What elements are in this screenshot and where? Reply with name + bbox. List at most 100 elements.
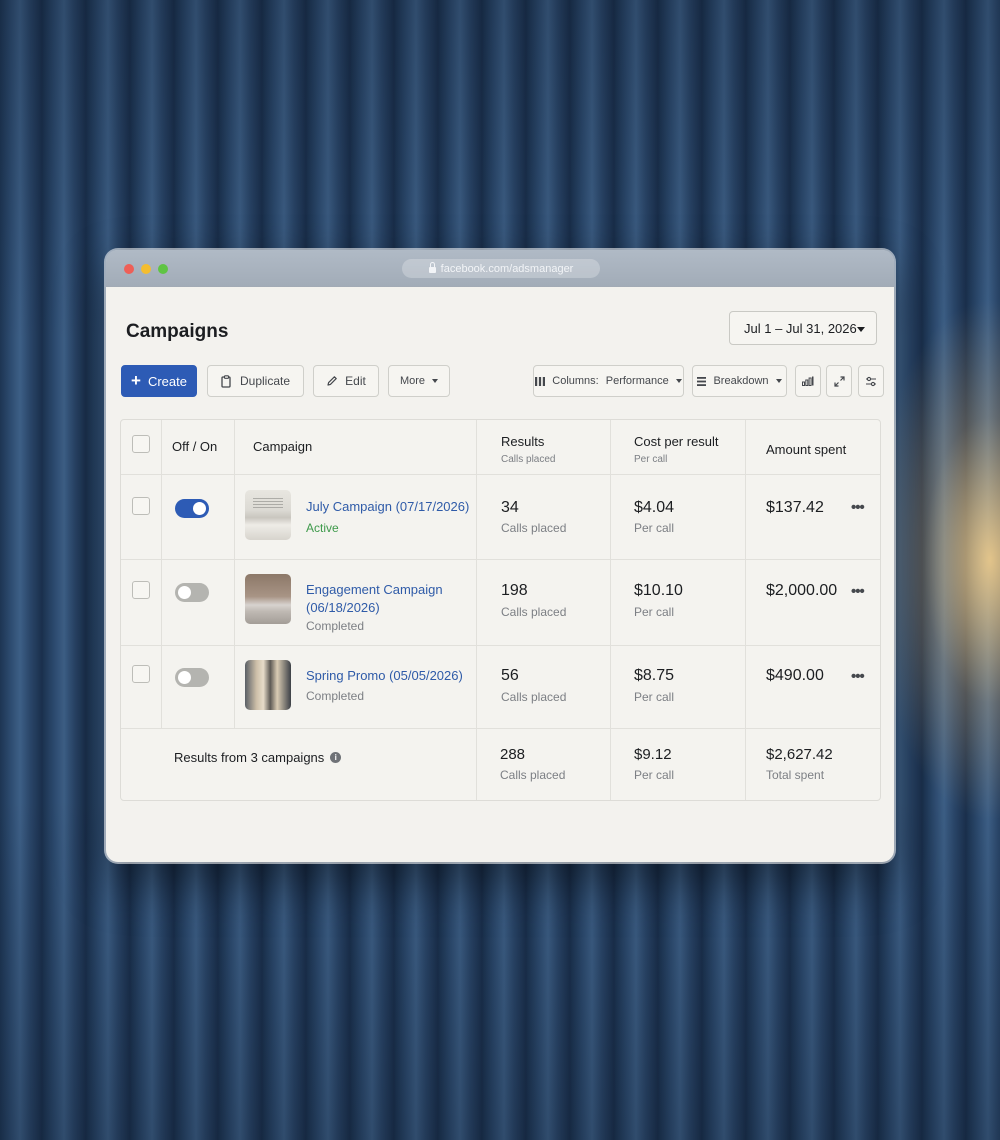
header-amount-spent[interactable]: Amount spent [766, 442, 846, 457]
campaign-toggle[interactable] [175, 668, 209, 687]
results-value: 198 [501, 582, 528, 599]
amount-value: $490.00 [766, 667, 824, 684]
address-bar[interactable]: facebook.com/adsmanager [402, 259, 600, 278]
title-bar: facebook.com/adsmanager [106, 250, 894, 287]
summary-results: 288 [500, 746, 526, 763]
duplicate-icon [221, 374, 231, 388]
campaign-status: Completed [306, 689, 365, 703]
ads-manager-content: Campaigns Jul 1 – Jul 31, 2026 + Create … [106, 287, 894, 862]
campaign-toggle[interactable] [175, 583, 209, 602]
columns-value: Performance [605, 375, 669, 387]
amount-value: $2,000.00 [766, 582, 838, 599]
duplicate-label: Duplicate [239, 374, 291, 388]
columns-label: Columns: [552, 375, 599, 387]
divider [161, 420, 162, 728]
row-checkbox[interactable] [132, 497, 150, 515]
campaign-name-link[interactable]: Engagement Campaign (06/18/2026) [306, 581, 456, 617]
campaign-thumbnail [245, 660, 291, 710]
header-off-on: Off / On [172, 439, 218, 454]
row-checkbox[interactable] [132, 665, 150, 683]
more-label: More [399, 375, 426, 387]
toggle-knob [178, 671, 191, 684]
pencil-icon [327, 376, 337, 386]
cost-value: $4.04 [634, 499, 675, 516]
toggle-knob [178, 586, 191, 599]
row-checkbox[interactable] [132, 581, 150, 599]
divider [476, 420, 477, 800]
toggle-knob [193, 502, 206, 515]
create-button[interactable]: + Create [121, 365, 197, 397]
summary-amount: $2,627.42 [766, 746, 833, 763]
divider [234, 420, 235, 728]
minimize-window-button[interactable] [141, 264, 151, 274]
edit-button[interactable]: Edit [313, 365, 379, 397]
breakdown-icon [697, 376, 707, 386]
maximize-window-button[interactable] [158, 264, 168, 274]
campaign-toggle[interactable] [175, 499, 209, 518]
lock-icon [428, 262, 436, 273]
cost-sub: Per call [634, 521, 675, 535]
divider [121, 728, 880, 729]
browser-window: facebook.com/adsmanager Campaigns Jul 1 … [106, 250, 894, 862]
date-range-picker[interactable]: Jul 1 – Jul 31, 2026 [729, 311, 877, 345]
results-sub: Calls placed [501, 605, 567, 619]
header-cost-sub: Per call [634, 454, 668, 465]
cost-sub: Per call [634, 605, 675, 619]
header-campaign[interactable]: Campaign [253, 439, 312, 454]
summary-row-label: Results from 3 campaigns i [174, 750, 342, 765]
campaign-name-link[interactable]: July Campaign (07/17/2026) [306, 498, 471, 516]
expand-icon [833, 375, 845, 387]
summary-cost: $9.12 [634, 746, 672, 763]
cost-value: $8.75 [634, 667, 675, 684]
caret-down-icon [432, 379, 439, 383]
campaign-status: Active [306, 521, 339, 535]
sliders-icon [866, 376, 876, 386]
campaign-thumbnail [245, 490, 291, 540]
summary-results-sub: Calls placed [500, 768, 566, 782]
page-title: Campaigns [126, 321, 229, 342]
date-range-text: Jul 1 – Jul 31, 2026 [744, 320, 857, 336]
campaign-name-link[interactable]: Spring Promo (05/05/2026) [306, 667, 471, 685]
row-more-options[interactable]: ••• [851, 583, 865, 600]
breakdown-label: Breakdown [713, 375, 769, 387]
caret-down-icon [775, 379, 782, 383]
header-cost-per-result[interactable]: Cost per result [634, 434, 719, 449]
campaign-status: Completed [306, 619, 365, 633]
summary-cost-sub: Per call [634, 768, 675, 782]
url-text: facebook.com/adsmanager [440, 262, 574, 275]
columns-dropdown[interactable]: Columns: Performance [533, 365, 684, 397]
header-results[interactable]: Results [501, 434, 544, 449]
divider [745, 420, 746, 800]
settings-button[interactable] [858, 365, 884, 397]
cost-value: $10.10 [634, 582, 683, 599]
campaign-thumbnail [245, 574, 291, 624]
edit-label: Edit [345, 374, 366, 388]
summary-label-text: Results from 3 campaigns [174, 750, 325, 765]
results-sub: Calls placed [501, 521, 567, 535]
create-label: Create [147, 373, 187, 389]
summary-amount-sub: Total spent [766, 768, 825, 782]
results-value: 34 [501, 499, 519, 516]
duplicate-button[interactable]: Duplicate [207, 365, 304, 397]
cost-sub: Per call [634, 690, 675, 704]
caret-down-icon [857, 327, 865, 332]
row-more-options[interactable]: ••• [851, 499, 865, 516]
plus-icon: + [131, 370, 141, 390]
campaigns-table: Off / On Campaign Results Calls placed C… [120, 419, 881, 801]
more-dropdown[interactable]: More [388, 365, 450, 397]
close-window-button[interactable] [124, 264, 134, 274]
divider [610, 420, 611, 800]
info-icon[interactable]: i [330, 752, 342, 763]
results-sub: Calls placed [501, 690, 567, 704]
select-all-checkbox[interactable] [132, 435, 150, 453]
bar-chart-icon [802, 376, 814, 386]
row-more-options[interactable]: ••• [851, 668, 865, 685]
expand-button[interactable] [826, 365, 852, 397]
header-results-sub: Calls placed [501, 454, 556, 465]
results-value: 56 [501, 667, 519, 684]
charts-button[interactable] [795, 365, 821, 397]
caret-down-icon [675, 379, 682, 383]
columns-icon [535, 376, 546, 386]
amount-value: $137.42 [766, 499, 824, 516]
breakdown-dropdown[interactable]: Breakdown [692, 365, 787, 397]
